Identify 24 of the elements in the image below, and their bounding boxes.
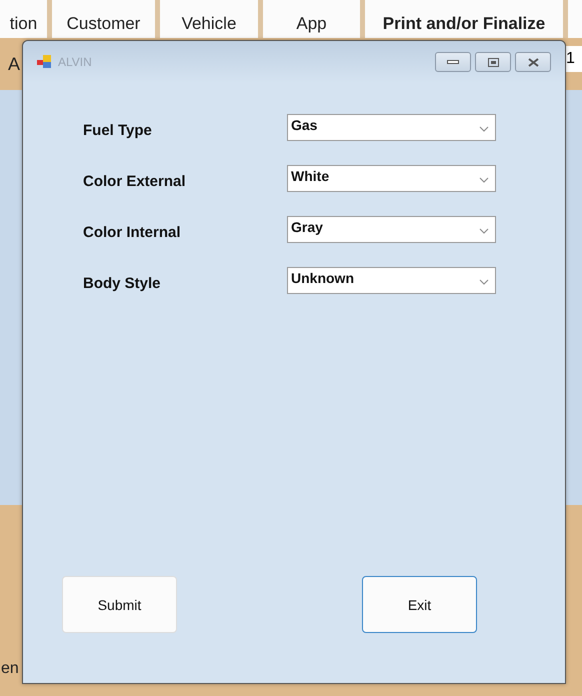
dropdown[interactable]: Gas	[287, 114, 496, 141]
chevron-down-icon	[479, 126, 489, 132]
dialog-button[interactable]: Submit	[62, 576, 177, 633]
window-title: ALVIN	[58, 55, 93, 69]
field-label: Fuel Type	[83, 121, 153, 139]
minimize-icon	[447, 60, 459, 64]
chevron-down-icon	[479, 177, 489, 183]
close-button[interactable]	[515, 52, 551, 72]
field-label: Color External	[83, 172, 187, 190]
maximize-button[interactable]	[475, 52, 511, 72]
close-icon	[528, 58, 538, 66]
app-icon	[37, 55, 53, 69]
maximize-icon	[488, 58, 498, 66]
dropdown[interactable]: Gray	[287, 216, 496, 243]
chevron-down-icon	[479, 228, 489, 234]
field-label: Body Style	[83, 274, 162, 292]
side-label: en	[0, 660, 20, 678]
side-label: A	[7, 54, 20, 74]
dropdown[interactable]: White	[287, 165, 496, 192]
chevron-down-icon	[479, 279, 489, 285]
field-label: Color Internal	[83, 223, 182, 241]
dropdown[interactable]: Unknown	[287, 267, 496, 294]
dialog-button[interactable]: Exit	[362, 576, 477, 633]
minimize-button[interactable]	[435, 52, 471, 72]
